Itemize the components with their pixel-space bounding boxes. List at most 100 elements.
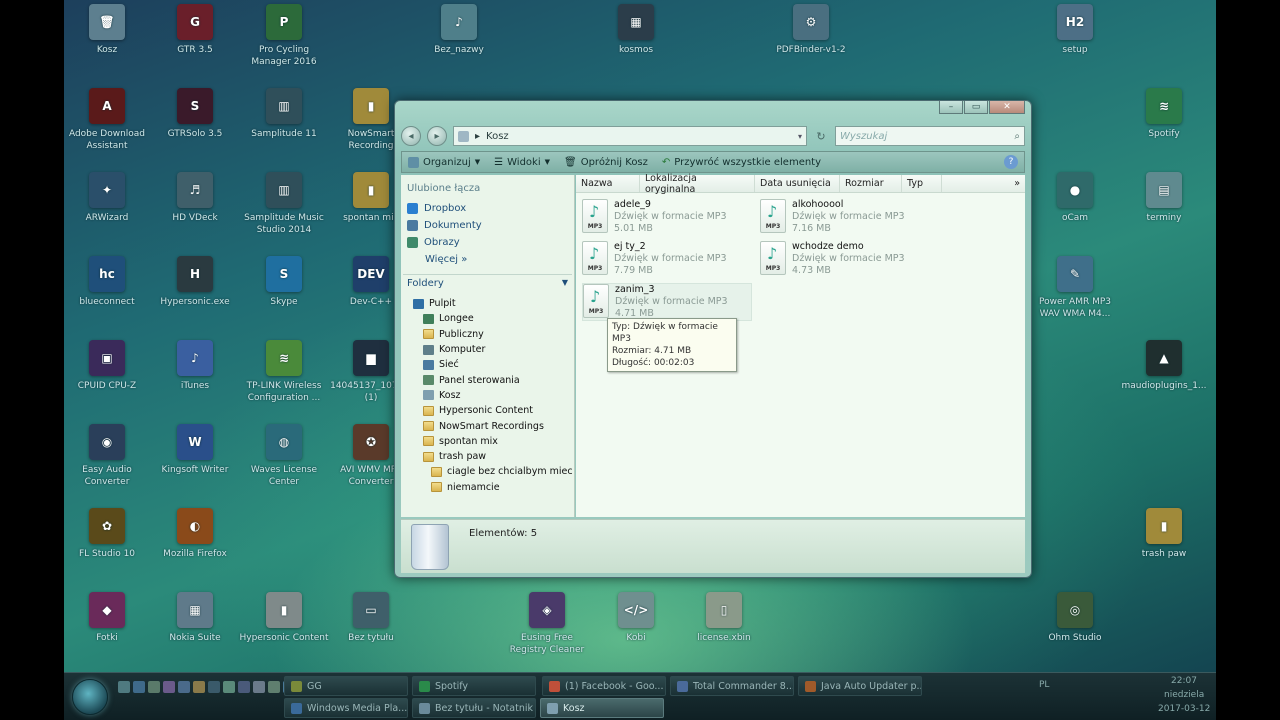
desktop-icon[interactable]: ▯ license.xbin bbox=[679, 592, 769, 644]
minimize-button[interactable]: – bbox=[939, 101, 963, 114]
views-button[interactable]: ☰ Widoki ▼ bbox=[494, 157, 550, 168]
more-columns-button[interactable]: » bbox=[1009, 175, 1025, 192]
taskbar-button[interactable]: Windows Media Pla... bbox=[284, 698, 408, 718]
desktop-icon[interactable]: ▮ trash paw bbox=[1119, 508, 1209, 560]
maximize-button[interactable]: ▭ bbox=[964, 101, 988, 114]
file-item[interactable]: ♪ MP3 alkohooool Dźwięk w formacie MP3 7.16 … bbox=[760, 199, 930, 237]
tree-item[interactable]: Komputer bbox=[401, 342, 574, 357]
folders-header[interactable]: Foldery ▼ bbox=[403, 274, 572, 292]
desktop-icon[interactable]: ▦ Nokia Suite bbox=[150, 592, 240, 644]
quick-launch-icon[interactable] bbox=[223, 681, 235, 693]
desktop-icon[interactable]: ✿ FL Studio 10 bbox=[64, 508, 152, 560]
tree-item[interactable]: niemamcie bbox=[401, 480, 574, 495]
tree-item[interactable]: Panel sterowania bbox=[401, 372, 574, 387]
clock-time[interactable]: 22:07 bbox=[1171, 676, 1197, 686]
tree-item[interactable]: Sieć bbox=[401, 357, 574, 372]
desktop-icon[interactable]: S Skype bbox=[239, 256, 329, 308]
more-link[interactable]: Więcej » bbox=[401, 251, 574, 268]
desktop-icon[interactable]: ◉ Easy Audio Converter bbox=[64, 424, 152, 488]
tree-item[interactable]: Kosz bbox=[401, 388, 574, 403]
tree-item[interactable]: ciagle bez chcialbym miec mi bbox=[401, 464, 574, 479]
search-input[interactable]: Wyszukaj ⌕ bbox=[835, 126, 1025, 146]
file-item[interactable]: ♪ MP3 zanim_3 Dźwięk w formacie MP3 4.71 MB bbox=[582, 283, 752, 321]
desktop-icon[interactable]: G GTR 3.5 bbox=[150, 4, 240, 56]
desktop-icon[interactable]: A Adobe Download Assistant bbox=[64, 88, 152, 152]
tree-item[interactable]: Hypersonic Content bbox=[401, 403, 574, 418]
desktop-icon[interactable]: ▥ Samplitude 11 bbox=[239, 88, 329, 140]
column-header[interactable]: Rozmiar bbox=[840, 175, 902, 192]
tree-item[interactable]: Publiczny bbox=[401, 327, 574, 342]
desktop-icon[interactable]: ▥ Samplitude Music Studio 2014 bbox=[239, 172, 329, 236]
explorer-window[interactable]: – ▭ ✕ ◂ ▸ ▸ Kosz ▾ ↻ Wyszukaj ⌕ Organizu… bbox=[394, 100, 1032, 578]
desktop-icon[interactable]: ▤ terminy bbox=[1119, 172, 1209, 224]
desktop-icon[interactable]: H2 setup bbox=[1030, 4, 1120, 56]
start-button[interactable] bbox=[72, 679, 108, 715]
desktop-icon[interactable]: ≋ Spotify bbox=[1119, 88, 1209, 140]
desktop-icon[interactable]: ✎ Power AMR MP3 WAV WMA M4... bbox=[1030, 256, 1120, 320]
organize-button[interactable]: Organizuj ▼ bbox=[408, 156, 480, 168]
quick-launch-icon[interactable] bbox=[268, 681, 280, 693]
column-header[interactable]: Typ bbox=[902, 175, 942, 192]
search-icon[interactable]: ⌕ bbox=[1014, 131, 1020, 142]
quick-launch-icon[interactable] bbox=[178, 681, 190, 693]
desktop-icon[interactable]: ◐ Mozilla Firefox bbox=[150, 508, 240, 560]
favorite-link[interactable]: Dokumenty bbox=[401, 217, 574, 234]
desktop-icon[interactable]: hc blueconnect bbox=[64, 256, 152, 308]
desktop-icon[interactable]: ◎ Ohm Studio bbox=[1030, 592, 1120, 644]
tree-item[interactable]: NowSmart Recordings bbox=[401, 418, 574, 433]
tree-item[interactable]: Longee bbox=[401, 311, 574, 326]
desktop-icon[interactable]: ♪ Bez_nazwy bbox=[414, 4, 504, 56]
desktop-icon[interactable]: W Kingsoft Writer bbox=[150, 424, 240, 476]
favorite-link[interactable]: Dropbox bbox=[401, 200, 574, 217]
language-indicator[interactable]: PL bbox=[1039, 680, 1049, 690]
restore-all-button[interactable]: ↶ Przywróć wszystkie elementy bbox=[662, 157, 821, 168]
taskbar-button[interactable]: Java Auto Updater p... bbox=[798, 676, 922, 696]
column-header[interactable]: Data usunięcia bbox=[755, 175, 840, 192]
address-field[interactable]: ▸ Kosz ▾ bbox=[453, 126, 807, 146]
desktop-icon[interactable]: ▮ Hypersonic Content bbox=[239, 592, 329, 644]
taskbar-button[interactable]: (1) Facebook - Goo... bbox=[542, 676, 666, 696]
refresh-icon[interactable]: ↻ bbox=[813, 126, 829, 146]
quick-launch-icon[interactable] bbox=[148, 681, 160, 693]
tree-item[interactable]: trash paw bbox=[401, 449, 574, 464]
desktop-icon[interactable]: ● oCam bbox=[1030, 172, 1120, 224]
quick-launch-icon[interactable] bbox=[238, 681, 250, 693]
back-button[interactable]: ◂ bbox=[401, 126, 421, 146]
column-header[interactable]: Nazwa bbox=[576, 175, 640, 192]
forward-button[interactable]: ▸ bbox=[427, 126, 447, 146]
desktop-icon[interactable]: 🗑 Kosz bbox=[64, 4, 152, 56]
address-dropdown-icon[interactable]: ▾ bbox=[798, 132, 802, 141]
quick-launch-icon[interactable] bbox=[253, 681, 265, 693]
desktop-icon[interactable]: S GTRSolo 3.5 bbox=[150, 88, 240, 140]
desktop-icon[interactable]: ▭ Bez tytułu bbox=[326, 592, 416, 644]
column-header[interactable]: Lokalizacja oryginalna bbox=[640, 173, 755, 195]
quick-launch-icon[interactable] bbox=[163, 681, 175, 693]
desktop-icon[interactable]: ◆ Fotki bbox=[64, 592, 152, 644]
file-item[interactable]: ♪ MP3 adele_9 Dźwięk w formacie MP3 5.01 MB bbox=[582, 199, 752, 237]
desktop-icon[interactable]: ▲ maudioplugins_1... bbox=[1119, 340, 1209, 392]
desktop-icon[interactable]: ♬ HD VDeck bbox=[150, 172, 240, 224]
file-item[interactable]: ♪ MP3 wchodze demo Dźwięk w formacie MP3 4.7… bbox=[760, 241, 930, 279]
desktop-icon[interactable]: ⚙ PDFBinder-v1-2 bbox=[766, 4, 856, 56]
close-button[interactable]: ✕ bbox=[989, 101, 1025, 114]
file-item[interactable]: ♪ MP3 ej ty_2 Dźwięk w formacie MP3 7.79 MB bbox=[582, 241, 752, 279]
tree-item[interactable]: Pulpit bbox=[401, 296, 574, 311]
quick-launch-icon[interactable] bbox=[133, 681, 145, 693]
desktop-icon[interactable]: ◍ Waves License Center bbox=[239, 424, 329, 488]
favorite-link[interactable]: Obrazy bbox=[401, 234, 574, 251]
taskbar-button[interactable]: Bez tytułu - Notatnik bbox=[412, 698, 536, 718]
desktop-icon[interactable]: ▦ kosmos bbox=[591, 4, 681, 56]
desktop-icon[interactable]: ♪ iTunes bbox=[150, 340, 240, 392]
desktop-icon[interactable]: </> Kobi bbox=[591, 592, 681, 644]
taskbar-button[interactable]: Total Commander 8... bbox=[670, 676, 794, 696]
quick-launch-icon[interactable] bbox=[118, 681, 130, 693]
quick-launch-icon[interactable] bbox=[193, 681, 205, 693]
desktop-icon[interactable]: ◈ Eusing Free Registry Cleaner bbox=[502, 592, 592, 656]
taskbar-button[interactable]: Kosz bbox=[540, 698, 664, 718]
desktop-icon[interactable]: H Hypersonic.exe bbox=[150, 256, 240, 308]
desktop-icon[interactable]: ≋ TP-LINK Wireless Configuration ... bbox=[239, 340, 329, 404]
tree-item[interactable]: spontan mix bbox=[401, 434, 574, 449]
help-icon[interactable]: ? bbox=[1004, 155, 1018, 169]
taskbar-button[interactable]: GG bbox=[284, 676, 408, 696]
desktop-icon[interactable]: P Pro Cycling Manager 2016 bbox=[239, 4, 329, 68]
